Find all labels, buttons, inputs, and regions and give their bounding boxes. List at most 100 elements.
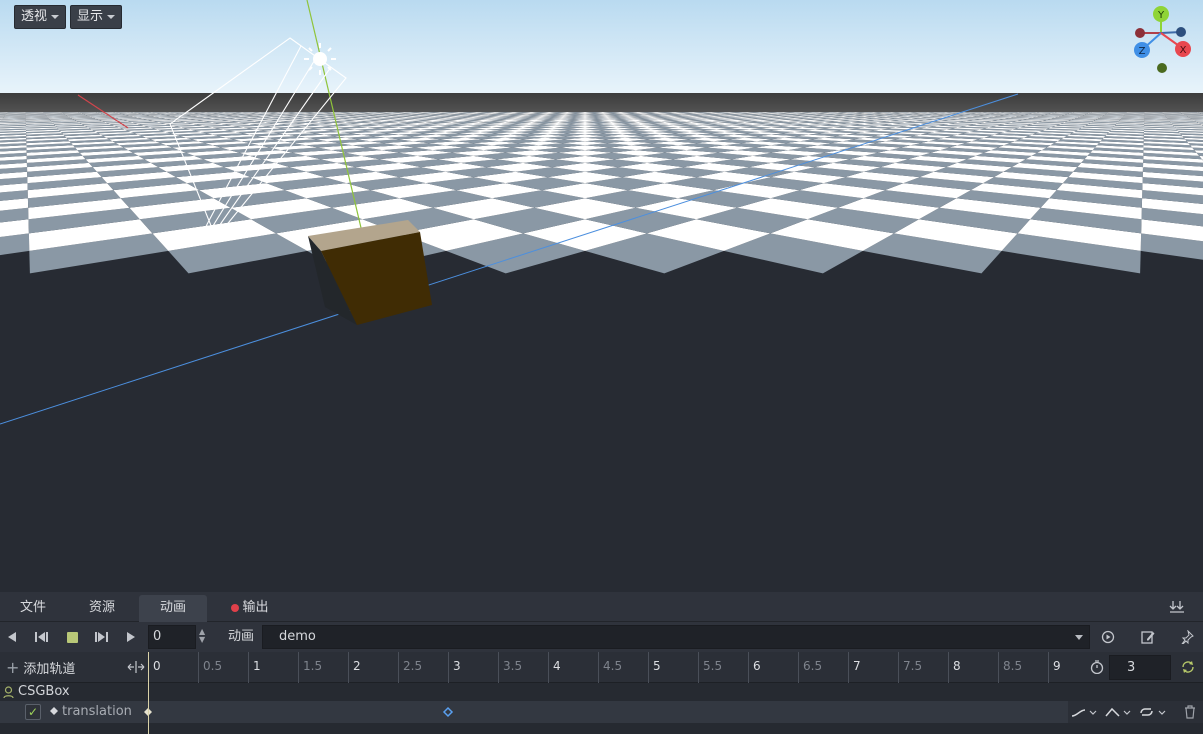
- track-tools: [1068, 701, 1203, 723]
- stop-icon[interactable]: [61, 626, 83, 648]
- ruler-tick: 1: [248, 652, 261, 683]
- zoom-handle-icon[interactable]: [126, 657, 146, 677]
- ruler-tick: 9: [1048, 652, 1061, 683]
- wrap-mode-icon[interactable]: [1104, 703, 1134, 721]
- node-name: CSGBox: [18, 684, 70, 699]
- ruler-tick: 2.5: [398, 652, 422, 683]
- tab-output-label: 输出: [242, 600, 269, 615]
- timer-icon: [1087, 657, 1107, 677]
- node-track-row[interactable]: CSGBox: [0, 683, 1203, 701]
- ruler-tick: 3.5: [498, 652, 522, 683]
- playhead[interactable]: [148, 652, 149, 734]
- gizmo-z-label: Z: [1139, 46, 1146, 57]
- tab-filesystem[interactable]: 文件: [4, 595, 62, 622]
- ruler-tick: 8.5: [998, 652, 1022, 683]
- animation-toolbar: 0 ▲ ▼ 动画 demo: [0, 622, 1203, 652]
- gizmo-neg-z-ball: [1176, 27, 1186, 37]
- timeline-header: + 添加轨道 0 0.5 1 1.5 2 2.5 3 3.5 4 4.5 5 5.…: [0, 652, 1203, 683]
- ruler-tick: 7: [848, 652, 861, 683]
- checker-floor: [0, 112, 1203, 274]
- ruler-tick-label: 7: [853, 659, 861, 673]
- ruler-tick-label: 4: [553, 659, 561, 673]
- ruler-tick: 1.5: [298, 652, 322, 683]
- scene-canvas[interactable]: [0, 0, 1203, 592]
- ruler-tick-label: 2.5: [403, 659, 423, 673]
- orientation-gizmo[interactable]: Y Z X: [1126, 2, 1196, 76]
- ruler-tick: 6: [748, 652, 761, 683]
- ruler-tick-label: 5: [653, 659, 661, 673]
- csg-box: [308, 220, 432, 325]
- add-track-label: 添加轨道: [23, 662, 76, 677]
- chevron-down-icon: [51, 14, 60, 19]
- frame-stepper[interactable]: ▲ ▼: [199, 628, 207, 646]
- ruler-tick-label: 8.5: [1003, 659, 1023, 673]
- error-dot-icon: [231, 603, 240, 612]
- ruler-tick: 0.5: [198, 652, 222, 683]
- ruler-tick-label: 3.5: [503, 659, 523, 673]
- gizmo-neg-x-ball: [1135, 28, 1145, 38]
- sky: [0, 0, 1203, 95]
- perspective-menu-label: 透视: [21, 9, 48, 24]
- plus-icon: +: [6, 658, 20, 677]
- keyframe-layer[interactable]: [0, 701, 1068, 723]
- timeline-ruler[interactable]: 0 0.5 1 1.5 2 2.5 3 3.5 4 4.5 5 5.5 6 6.…: [148, 652, 1066, 683]
- ruler-tick-label: 4.5: [603, 659, 623, 673]
- ruler-tick: 8: [948, 652, 961, 683]
- ruler-tick-label: 0: [153, 659, 161, 673]
- ruler-tick: 5: [648, 652, 661, 683]
- loop-wrap-icon[interactable]: [1138, 703, 1170, 721]
- tab-filesystem-label: 文件: [19, 600, 46, 615]
- interpolation-mode-icon[interactable]: [1070, 703, 1100, 721]
- track-list: CSGBox ✓ translation: [0, 683, 1203, 734]
- chevron-down-icon: [107, 14, 116, 19]
- play-backwards-from-end-icon[interactable]: [31, 626, 53, 648]
- loop-icon[interactable]: [1178, 657, 1198, 677]
- display-menu-button[interactable]: 显示: [70, 5, 123, 29]
- bottom-panel: 文件 资源 动画 输出 0 ▲ ▼ 动画 demo + 添加轨道 0 0.5 1…: [0, 592, 1203, 734]
- tab-resources[interactable]: 资源: [70, 595, 134, 622]
- play-from-start-icon[interactable]: [90, 626, 112, 648]
- ruler-tick-label: 7.5: [903, 659, 923, 673]
- ruler-tick-label: 9: [1053, 659, 1061, 673]
- play-icon[interactable]: [121, 626, 141, 648]
- frame-input[interactable]: 0: [148, 625, 196, 649]
- ruler-tick: 7.5: [898, 652, 922, 683]
- tab-output[interactable]: 输出: [222, 595, 278, 622]
- gizmo-x-label: X: [1180, 45, 1187, 56]
- animation-select-value: demo: [279, 629, 316, 644]
- display-menu-label: 显示: [77, 9, 104, 24]
- animation-length-input[interactable]: 3: [1109, 655, 1171, 680]
- tab-resources-label: 资源: [88, 600, 115, 615]
- ruler-tick-label: 5.5: [703, 659, 723, 673]
- 3d-viewport[interactable]: 透视 显示 Y Z X: [0, 0, 1203, 592]
- csg-node-icon: [2, 685, 14, 699]
- trash-icon[interactable]: [1180, 703, 1200, 721]
- gizmo-neg-y-ball: [1157, 63, 1167, 73]
- gizmo-y-label: Y: [1157, 10, 1165, 21]
- bottom-tab-bar: 文件 资源 动画 输出: [0, 592, 1203, 622]
- ruler-tick-label: 6.5: [803, 659, 823, 673]
- ruler-tick-label: 1.5: [303, 659, 323, 673]
- pin-icon[interactable]: [1176, 626, 1198, 648]
- play-backwards-icon[interactable]: [2, 626, 22, 648]
- keyframe-marker[interactable]: [442, 706, 454, 718]
- ruler-tick-label: 0.5: [203, 659, 223, 673]
- collapse-panel-icon[interactable]: [1166, 596, 1188, 618]
- property-track-row[interactable]: ✓ translation: [0, 701, 1068, 723]
- chevron-down-icon: [1075, 635, 1083, 640]
- tab-animation-label: 动画: [159, 600, 186, 615]
- ruler-tick-label: 3: [453, 659, 461, 673]
- autoplay-icon[interactable]: [1097, 626, 1119, 648]
- perspective-menu-button[interactable]: 透视: [14, 5, 67, 29]
- ruler-tick: 4: [548, 652, 561, 683]
- ruler-tick-label: 2: [353, 659, 361, 673]
- ruler-tick: 4.5: [598, 652, 622, 683]
- add-track-button[interactable]: + 添加轨道: [6, 652, 75, 685]
- animation-select[interactable]: demo: [262, 625, 1090, 649]
- ruler-tick-label: 1: [253, 659, 261, 673]
- ruler-tick: 2: [348, 652, 361, 683]
- tab-animation[interactable]: 动画: [139, 595, 207, 622]
- ruler-tick: 3: [448, 652, 461, 683]
- animation-label: 动画: [228, 629, 255, 644]
- edit-animation-icon[interactable]: [1137, 626, 1159, 648]
